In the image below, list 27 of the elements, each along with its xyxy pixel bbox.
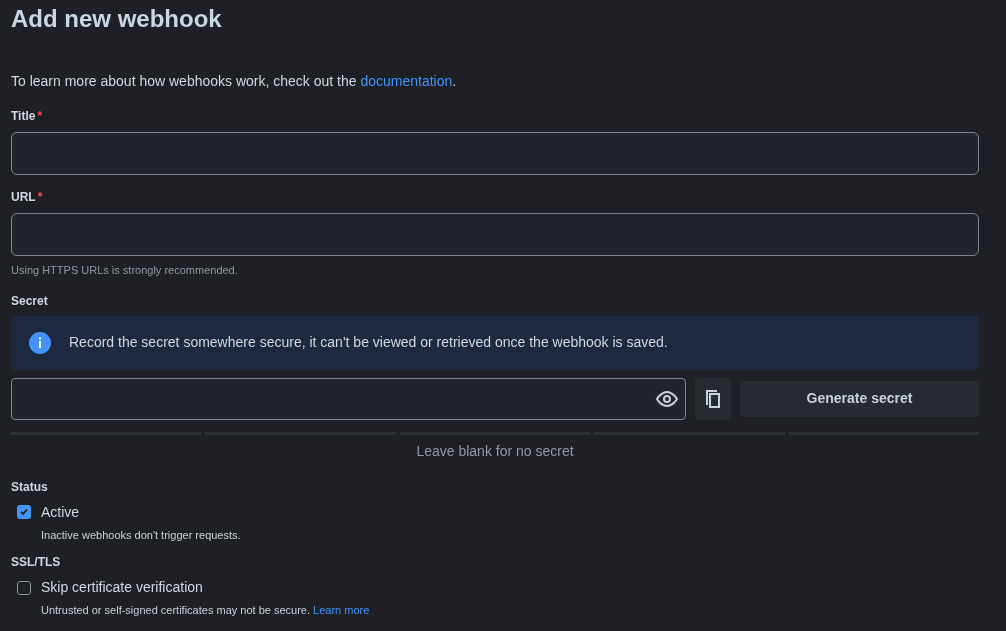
section-label: SSL/TLS [11,554,62,571]
field-label: Secret [11,292,49,310]
copy-button[interactable] [695,377,731,420]
field-label: Title [11,108,36,125]
intro-text: To learn more about how webhooks work, check out the documentation. [11,72,458,90]
field-hint: Using HTTPS URLs is strongly recommended. [11,263,239,278]
generate-secret-button[interactable]: Generate secret [740,380,979,417]
learn-more-link[interactable]: Learn more [313,604,370,616]
field-label: URL [11,189,36,206]
text-input[interactable] [11,132,979,175]
copy-icon [704,388,722,409]
checkbox[interactable] [17,580,31,595]
checkbox-label: Skip certificate verification [41,578,203,597]
checkbox[interactable] [17,505,31,519]
text-input[interactable] [11,213,979,256]
required-mark: * [37,189,43,206]
checkmark-icon [19,507,29,517]
checkbox-label: Active [41,502,80,522]
secret-input[interactable] [11,377,686,420]
checkbox-hint: Inactive webhooks don't trigger requests. [41,528,241,541]
page-title: Add new webhook [11,4,223,34]
required-mark: * [37,108,43,125]
info-icon [29,331,51,354]
section-label: Status [11,478,49,496]
strength-hint: Leave blank for no secret [416,441,574,461]
checkbox-hint: Untrusted or self-signed certificates may not be secure. Learn more [41,604,370,616]
notice-text: Record the secret somewhere secure, it can't be viewed or retrieved once the webhook is saved. [69,333,668,352]
